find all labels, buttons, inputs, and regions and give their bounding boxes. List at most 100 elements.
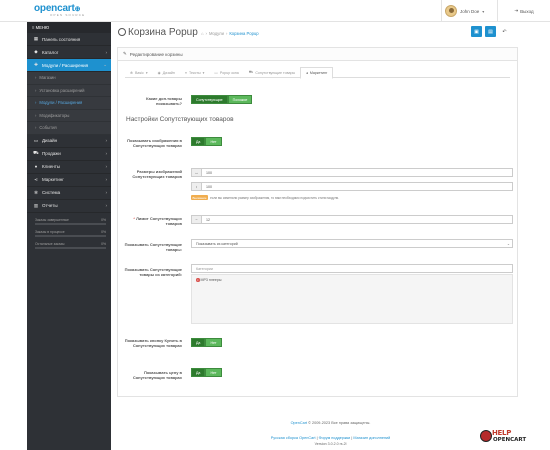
tab-related[interactable]: ⛟ Сопутствующие товары (244, 67, 300, 78)
desktop-icon: ▭ (33, 137, 39, 143)
bullhorn-icon: ◂ (306, 71, 308, 75)
section-title: Настройки Сопутствующих товаров (126, 116, 234, 123)
show-images-yes-button[interactable]: Да (191, 137, 206, 146)
show-price-yes-button[interactable]: Да (191, 368, 206, 377)
disk-icon: ▤ (488, 28, 493, 35)
user-name: John Doe (460, 8, 480, 14)
home-icon[interactable]: ⌂ (201, 31, 204, 36)
show-buy-no-button[interactable]: Нет (205, 338, 222, 347)
cart-icon: ⛟ (33, 150, 39, 155)
logout-label: Выход (520, 8, 534, 14)
user-menu[interactable]: John Doe ▾ (441, 0, 497, 22)
sidebar-subitem-store[interactable]: › Магазин (27, 72, 111, 85)
copyright-text: © 2009-2023 Все права защищены. (308, 421, 371, 425)
sidebar-subitem-events[interactable]: › События (27, 122, 111, 135)
chevron-right-icon: › (105, 164, 108, 169)
sidebar-item-label: Каталог (42, 49, 59, 55)
minus-icon: − (192, 216, 202, 223)
tab-texts[interactable]: ≡ Тексты ▾ (180, 67, 210, 78)
back-button[interactable]: ↶ (499, 26, 510, 37)
stat-value: 0% (101, 241, 106, 246)
tab-basic[interactable]: ✻ Basic ▾ (125, 67, 153, 78)
sidebar-item-marketing[interactable]: ⋖ Маркетинг › (27, 174, 111, 187)
warning-badge: Внимание (191, 195, 209, 200)
stat-label: Заказы завершенные (35, 217, 69, 222)
category-chip: × MP3 плееры (196, 278, 222, 282)
sidebar-item-catalog[interactable]: ◆ Каталог › (27, 46, 111, 59)
sidebar-item-reports[interactable]: ▥ Отчеты › (27, 200, 111, 213)
remove-icon[interactable]: × (196, 278, 200, 282)
chevron-right-icon: › (105, 203, 108, 208)
show-buy-toggle: Да Нет (191, 338, 222, 347)
hint-text: если вы изменили размер изображения, то … (210, 195, 340, 200)
tab-popup[interactable]: ▭ Popup окна (209, 67, 243, 78)
caret-down-icon: ▾ (482, 8, 485, 14)
option-similar-button[interactable]: Похожие (227, 95, 253, 104)
stat-value: 0% (101, 217, 106, 222)
tab-marketing[interactable]: ◂ Маркетинг (300, 67, 334, 79)
tab-design[interactable]: ◉ Дизайн (153, 67, 180, 78)
tags-icon: ◆ (34, 49, 38, 54)
sidebar-subitem-label: Установка расширений (39, 87, 85, 93)
sidebar-item-system[interactable]: ✻ Система › (27, 187, 111, 200)
sidebar-subitem-label: События (39, 125, 57, 131)
sidebar-item-sales[interactable]: ⛟ Продажи › (27, 148, 111, 161)
page-title: Корзина Popup (118, 27, 198, 38)
cart-logo-icon: ⊕ (74, 6, 81, 13)
footer-link-forum[interactable]: Форум поддержки (319, 436, 351, 440)
show-price-no-button[interactable]: Нет (205, 368, 222, 377)
opencart-logo[interactable]: opencart⊕ OPEN SOURCE (34, 3, 85, 17)
limit-group: − 12 (191, 215, 513, 224)
stat-label: Заказы в процессе (35, 229, 65, 234)
limit-input[interactable]: 12 (202, 216, 512, 223)
sidebar-item-extensions[interactable]: ✚ Модули / Расширения ⌄ (27, 59, 111, 72)
limit-label: * Лимит Сопутствующих товаров (133, 216, 182, 227)
show-buy-label: Показывать кнопку Купить в Сопутствующих… (124, 338, 182, 349)
footer-link-store[interactable]: Магазин дополнений (353, 436, 390, 440)
chevron-right-icon: › (105, 49, 108, 55)
sidebar-subitem-modifications[interactable]: › Модификаторы (27, 109, 111, 122)
chart-icon: ▥ (33, 202, 39, 208)
panel-title: Редактирование корзины (129, 51, 183, 57)
categories-input[interactable]: Категории (191, 264, 513, 273)
sidebar-subitem-installer[interactable]: › Установка расширений (27, 84, 111, 97)
breadcrumb-current[interactable]: Корзина Popup (229, 31, 258, 36)
image-width-input[interactable]: 100 (202, 169, 512, 176)
top-header: opencart⊕ OPEN SOURCE John Doe ▾ ⇥ Выход (0, 0, 550, 22)
image-width-group: ↔ 100 (191, 168, 513, 177)
sidebar-item-design[interactable]: ▭ Дизайн › (27, 135, 111, 148)
chevron-down-icon: ⌄ (506, 241, 510, 246)
footer-link-rus-build[interactable]: Русская сборка OpenCart (271, 436, 316, 440)
show-buy-yes-button[interactable]: Да (191, 338, 206, 347)
sidebar-item-label: Клиенты (42, 164, 61, 169)
show-products-select[interactable]: Показывать из категорий ⌄ (191, 239, 513, 248)
circle-icon (118, 27, 126, 36)
page-header: Корзина Popup ⌂ › Модули › Корзина Popup… (111, 22, 550, 44)
logout-button[interactable]: ⇥ Выход (497, 0, 550, 22)
sidebar-item-label: Система (42, 190, 61, 195)
image-height-input[interactable]: 100 (202, 183, 512, 190)
image-size-label: Размеры изображений Сопутствующих товаро… (132, 169, 182, 180)
ball-icon (480, 430, 492, 442)
help-logo-bottom: OPENCART (493, 437, 527, 443)
sidebar-item-dashboard[interactable]: ▦ Панель состояния (27, 33, 111, 46)
menu-title: ≡ МЕНЮ (27, 22, 111, 33)
select-value: Показывать из категорий (196, 241, 238, 246)
width-icon: ↔ (192, 169, 202, 176)
breadcrumb-modules[interactable]: Модули (209, 31, 224, 36)
apply-button[interactable]: ▤ (485, 26, 496, 37)
help-opencart-logo[interactable]: HELP OPENCART (480, 428, 526, 446)
save-button[interactable]: ▣ (471, 26, 482, 37)
logo-tagline: OPEN SOURCE (50, 13, 86, 17)
sidebar-item-label: Модули / Расширения (42, 62, 89, 68)
show-images-no-button[interactable]: Нет (205, 137, 222, 146)
sidebar-item-customers[interactable]: ● Клиенты › (27, 161, 111, 174)
sidebar-subitem-modules[interactable]: › Модули / Расширения (27, 97, 111, 110)
option-related-button[interactable]: Сопутствующие (191, 95, 228, 104)
footer-opencart-link[interactable]: OpenCart (291, 421, 307, 425)
dashboard-icon: ▦ (33, 36, 39, 41)
stat-label: Остальные заказы (35, 241, 65, 246)
sign-out-icon: ⇥ (514, 8, 519, 13)
stat-progress-bar (35, 222, 106, 225)
eye-icon: ◉ (157, 70, 161, 75)
